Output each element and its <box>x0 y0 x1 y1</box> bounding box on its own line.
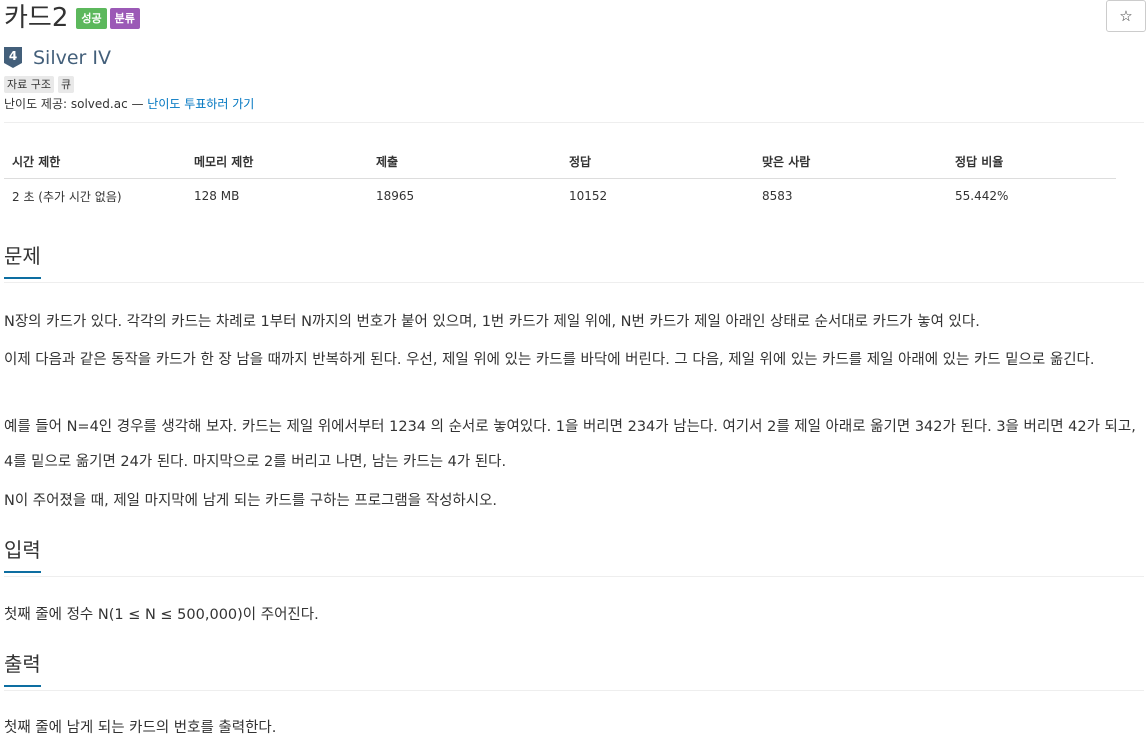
table-row: 2 초 (추가 시간 없음) 128 MB 18965 10152 8583 5… <box>4 179 1116 214</box>
solvers-value: 8583 <box>762 189 793 203</box>
difficulty-credit: 난이도 제공: solved.ac — 난이도 투표하러 가기 <box>4 95 254 112</box>
input-description: 첫째 줄에 정수 N(1 ≤ N ≤ 500,000)이 주어진다. <box>4 607 319 623</box>
section-divider <box>4 282 1144 283</box>
tier-number: 4 <box>9 49 17 63</box>
favorite-button[interactable]: ☆ <box>1106 0 1146 32</box>
credit-text: 난이도 제공: solved.ac — <box>4 97 148 111</box>
vote-difficulty-link[interactable]: 난이도 투표하러 가기 <box>147 97 254 111</box>
header-memory-limit: 메모리 제한 <box>186 145 368 179</box>
star-icon: ☆ <box>1119 7 1133 25</box>
tier-row[interactable]: 4 Silver IV <box>4 46 111 70</box>
title-row: 카드2 성공 분류 <box>4 2 143 34</box>
accepted-value: 10152 <box>569 189 608 203</box>
memory-limit-value: 128 MB <box>194 189 240 203</box>
tier-label[interactable]: Silver IV <box>33 47 111 69</box>
problem-paragraph-1: N장의 카드가 있다. 각각의 카드는 차례로 1부터 N까지의 번호가 붙어 … <box>4 314 980 330</box>
output-description: 첫째 줄에 남게 되는 카드의 번호를 출력한다. <box>4 720 277 736</box>
problem-paragraph-2: 이제 다음과 같은 동작을 카드가 한 장 남을 때까지 반복하게 된다. 우선… <box>4 352 1095 368</box>
section-divider <box>4 690 1144 691</box>
tag-queue[interactable]: 큐 <box>57 76 75 93</box>
problem-paragraph-4: N이 주어졌을 때, 제일 마지막에 남게 되는 카드를 구하는 프로그램을 작… <box>4 493 498 509</box>
problem-paragraph-3: 예를 들어 N=4인 경우를 생각해 보자. 카드는 제일 위에서부터 1234… <box>4 419 1136 470</box>
ratio-value: 55.442% <box>955 189 1009 203</box>
output-section-header: 출력 <box>4 651 1144 691</box>
category-badge[interactable]: 분류 <box>109 7 140 29</box>
problem-section-title: 문제 <box>4 243 41 279</box>
problem-section-header: 문제 <box>4 243 1144 283</box>
section-divider <box>4 576 1144 577</box>
submissions-value: 18965 <box>376 189 415 203</box>
header-solvers: 맞은 사람 <box>754 145 947 179</box>
algorithm-tags: 자료 구조 큐 <box>4 76 78 93</box>
tag-data-structure[interactable]: 자료 구조 <box>4 76 54 93</box>
time-limit-value: 2 초 (추가 시간 없음) <box>12 189 122 204</box>
problem-info-table: 시간 제한 메모리 제한 제출 정답 맞은 사람 정답 비율 2 초 (추가 시… <box>4 145 1116 213</box>
header-time-limit: 시간 제한 <box>4 145 186 179</box>
success-badge[interactable]: 성공 <box>76 7 107 29</box>
divider <box>4 122 1144 123</box>
input-section-header: 입력 <box>4 537 1144 577</box>
header-submissions: 제출 <box>368 145 561 179</box>
output-section-title: 출력 <box>4 651 41 687</box>
header-accepted: 정답 <box>561 145 754 179</box>
header-ratio: 정답 비율 <box>947 145 1116 179</box>
input-section-title: 입력 <box>4 537 41 573</box>
problem-title: 카드2 <box>4 3 69 33</box>
table-header-row: 시간 제한 메모리 제한 제출 정답 맞은 사람 정답 비율 <box>4 145 1116 179</box>
silver-tier-icon: 4 <box>4 47 22 68</box>
